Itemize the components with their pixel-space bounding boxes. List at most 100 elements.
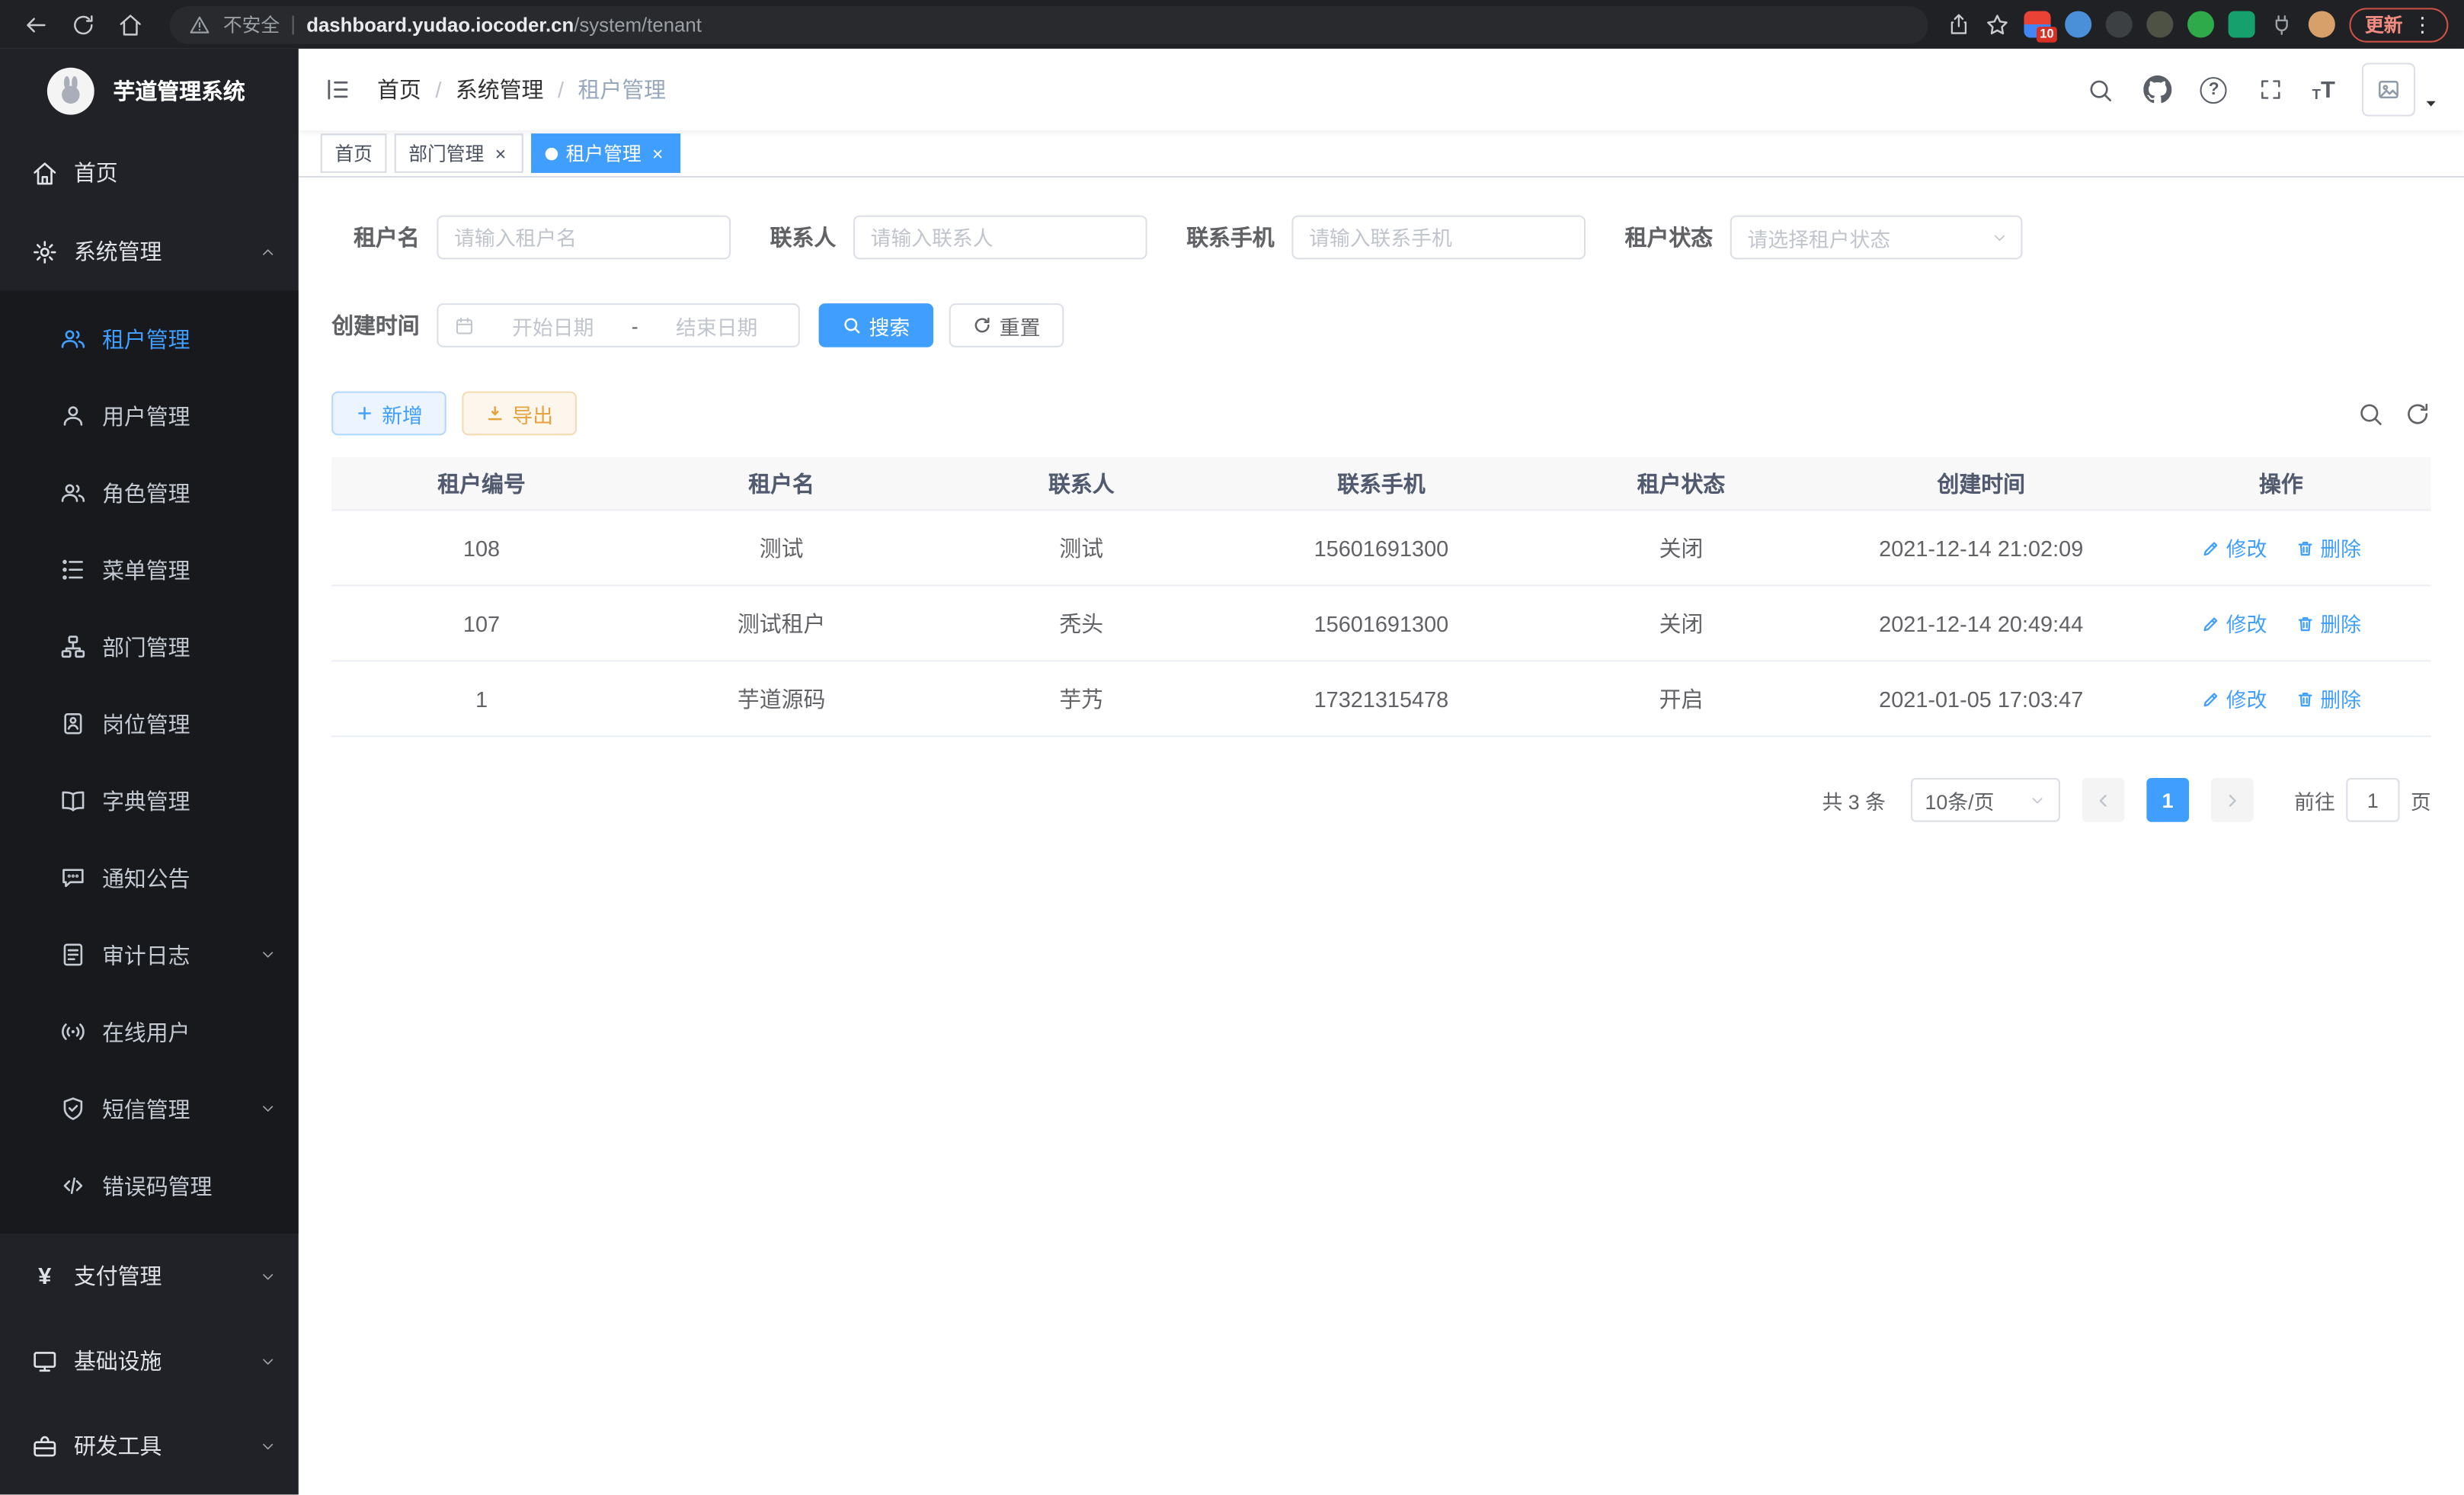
extensions-puzzle-icon[interactable]: [2269, 11, 2294, 37]
sidebar-item-payment-management[interactable]: ¥ 支付管理: [0, 1234, 299, 1318]
sidebar-item-infrastructure[interactable]: 基础设施: [0, 1318, 299, 1403]
download-icon: [485, 404, 504, 423]
github-link[interactable]: [2142, 75, 2172, 104]
close-icon[interactable]: ×: [492, 144, 510, 163]
header-search-button[interactable]: [2086, 75, 2116, 104]
breadcrumb-item[interactable]: 首页: [377, 74, 421, 105]
sidebar-item-label: 支付管理: [74, 1260, 162, 1292]
font-size-button[interactable]: TT: [2312, 78, 2335, 101]
table-row[interactable]: 1 芋道源码 芋艿 17321315478 开启 2021-01-05 17:0…: [331, 661, 2431, 737]
sidebar-item-notice[interactable]: 通知公告: [0, 839, 299, 916]
reset-button[interactable]: 重置: [949, 303, 1064, 347]
table-row[interactable]: 108 测试 测试 15601691300 关闭 2021-12-14 21:0…: [331, 511, 2431, 586]
page-size-select[interactable]: 10条/页: [1911, 778, 2060, 822]
tab-home[interactable]: 首页: [321, 133, 387, 173]
search-icon: [2088, 76, 2114, 103]
sidebar-item-dept-management[interactable]: 部门管理: [0, 608, 299, 685]
yen-icon: ¥: [31, 1264, 58, 1288]
edit-link[interactable]: 修改: [2201, 683, 2267, 713]
extension-icon[interactable]: [2229, 11, 2255, 37]
sidebar-item-system-management[interactable]: 系统管理: [0, 212, 299, 290]
browser-update-button[interactable]: 更新 ⋮: [2349, 7, 2448, 41]
goto-page-input[interactable]: [2346, 778, 2399, 822]
search-toggle-icon[interactable]: [2357, 400, 2384, 427]
column-header: 创建时间: [1831, 468, 2131, 499]
fullscreen-button[interactable]: [2255, 75, 2285, 104]
browser-menu-icon[interactable]: ⋮: [2412, 11, 2433, 37]
sidebar-item-label: 岗位管理: [102, 708, 190, 739]
status-select[interactable]: 请选择租户状态: [1730, 216, 2023, 260]
edit-link[interactable]: 修改: [2201, 533, 2267, 562]
sidebar-item-role-management[interactable]: 角色管理: [0, 454, 299, 531]
delete-link[interactable]: 删除: [2295, 533, 2361, 562]
cell-tenant-name: 测试租户: [632, 607, 932, 639]
sidebar-item-home[interactable]: 首页: [0, 133, 299, 212]
tab-tenant-management[interactable]: 租户管理 ×: [531, 133, 680, 173]
column-header: 租户状态: [1531, 468, 1832, 499]
contact-input[interactable]: [853, 216, 1147, 260]
tab-dept-management[interactable]: 部门管理 ×: [395, 133, 523, 173]
tab-label: 首页: [334, 140, 373, 167]
prev-page-button[interactable]: [2082, 778, 2125, 822]
chevron-up-icon: [259, 243, 277, 261]
sidebar-item-label: 研发工具: [74, 1430, 162, 1461]
chevron-down-icon: [259, 1267, 277, 1285]
extension-icon[interactable]: [2187, 11, 2214, 37]
sidebar-item-tenant-management[interactable]: 租户管理: [0, 300, 299, 377]
browser-back-button[interactable]: [16, 4, 57, 45]
users-icon: [59, 479, 86, 506]
cell-tenant-name: 芋道源码: [632, 683, 932, 714]
share-icon[interactable]: [1947, 13, 1970, 37]
tenant-name-input[interactable]: [437, 216, 731, 260]
export-button[interactable]: 导出: [462, 392, 577, 436]
breadcrumb-item[interactable]: 系统管理: [456, 74, 544, 105]
app-logo[interactable]: 芋道管理系统: [0, 49, 299, 133]
sidebar-item-post-management[interactable]: 岗位管理: [0, 685, 299, 762]
url-text: dashboard.yudao.iocoder.cn/system/tenant: [306, 14, 702, 36]
filter-tenant-name: 租户名: [331, 216, 731, 260]
tab-label: 部门管理: [408, 140, 484, 167]
edit-link[interactable]: 修改: [2201, 608, 2267, 638]
code-icon: [59, 1173, 86, 1199]
sidebar-item-user-management[interactable]: 用户管理: [0, 377, 299, 454]
delete-link[interactable]: 删除: [2295, 608, 2361, 638]
sidebar-item-menu-management[interactable]: 菜单管理: [0, 531, 299, 608]
bookmark-star-icon[interactable]: [1985, 11, 2010, 37]
home-icon: [118, 11, 143, 37]
phone-input[interactable]: [1291, 216, 1586, 260]
page-number-button[interactable]: 1: [2146, 778, 2189, 822]
refresh-icon: [973, 316, 992, 335]
column-header: 联系手机: [1231, 468, 1531, 499]
refresh-table-icon[interactable]: [2405, 400, 2431, 427]
browser-reload-button[interactable]: [63, 4, 104, 45]
extension-icon[interactable]: [2106, 11, 2133, 37]
user-icon: [59, 402, 86, 429]
sidebar-item-dict-management[interactable]: 字典管理: [0, 762, 299, 839]
user-avatar-menu[interactable]: [2362, 63, 2439, 117]
sidebar-toggle-button[interactable]: [299, 49, 377, 130]
sidebar-item-online-users[interactable]: 在线用户: [0, 994, 299, 1071]
address-divider: [293, 15, 294, 34]
sidebar-item-audit-log[interactable]: 审计日志: [0, 916, 299, 993]
profile-avatar[interactable]: [2309, 11, 2335, 37]
search-button[interactable]: 搜索: [819, 303, 934, 347]
help-button[interactable]: ?: [2199, 75, 2229, 104]
url-path: /system/tenant: [574, 14, 702, 36]
add-button[interactable]: 新增: [331, 392, 446, 436]
table-row[interactable]: 107 测试租户 秃头 15601691300 关闭 2021-12-14 20…: [331, 586, 2431, 661]
app-window: 芋道管理系统 首页 系统管理 租户管理 用户管理: [0, 49, 2464, 1495]
date-range-picker[interactable]: 开始日期 - 结束日期: [437, 303, 799, 347]
back-arrow-icon: [24, 11, 49, 37]
extension-icon[interactable]: [2065, 11, 2091, 37]
next-page-button[interactable]: [2211, 778, 2254, 822]
browser-home-button[interactable]: [110, 4, 151, 45]
sidebar-item-sms-management[interactable]: 短信管理: [0, 1071, 299, 1148]
sidebar-item-error-code-management[interactable]: 错误码管理: [0, 1148, 299, 1224]
close-icon[interactable]: ×: [649, 144, 667, 163]
delete-link[interactable]: 删除: [2295, 683, 2361, 713]
extension-icon[interactable]: 10: [2024, 11, 2050, 37]
extension-icon[interactable]: [2146, 11, 2173, 37]
sidebar-item-dev-tools[interactable]: 研发工具: [0, 1404, 299, 1488]
address-bar[interactable]: 不安全 dashboard.yudao.iocoder.cn/system/te…: [170, 5, 1928, 43]
cell-tenant-name: 测试: [632, 532, 932, 563]
